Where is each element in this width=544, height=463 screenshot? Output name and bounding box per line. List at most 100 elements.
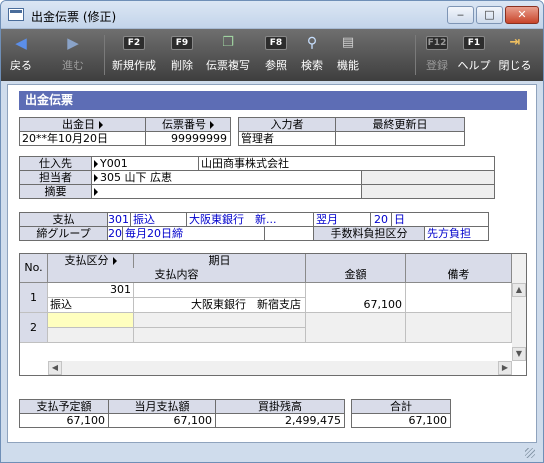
summary-field[interactable] <box>91 184 362 199</box>
f2-key-icon: F2 <box>123 36 145 50</box>
grid-blank-header-2 <box>406 254 512 269</box>
staff-label: 担当者 <box>19 170 92 185</box>
closing-group-label: 締グループ <box>19 226 108 241</box>
scheduled-payment-value: 67,100 <box>19 413 109 428</box>
slip-number-label: 伝票番号 <box>145 117 231 132</box>
payment-method: 振込 <box>130 212 187 227</box>
scroll-left-icon[interactable]: ◀ <box>48 361 62 375</box>
forward-button[interactable]: ▶ 進む <box>53 31 93 77</box>
forward-arrow-icon: ▶ <box>67 34 79 52</box>
entered-by-value: 管理者 <box>238 131 336 146</box>
total-value: 67,100 <box>351 413 451 428</box>
fee-burden-value[interactable]: 先方負担 <box>424 226 489 241</box>
grid-pay-type-header[interactable]: 支払区分 <box>48 254 134 269</box>
form-heading: 出金伝票 <box>19 91 527 110</box>
function-icon: ▤ <box>341 35 355 50</box>
close-window-button[interactable]: ✕ <box>505 6 539 24</box>
vertical-scrollbar[interactable]: ▲ ▼ <box>512 254 526 361</box>
payment-day: 20 <box>370 212 392 227</box>
status-bar <box>7 445 537 459</box>
fee-burden-label: 手数料負担区分 <box>313 226 425 241</box>
vendor-name-field: 山田商事株式会社 <box>198 156 495 171</box>
total-label: 合計 <box>351 399 451 414</box>
back-arrow-icon: ◀ <box>15 34 27 52</box>
staff-extra-cell <box>361 170 495 185</box>
window-title: 出金伝票 (修正) <box>31 10 117 24</box>
delete-button[interactable]: F9 削除 <box>165 31 199 77</box>
last-updated-value <box>335 131 465 146</box>
grid-row-amount-2[interactable] <box>306 313 406 343</box>
app-icon <box>8 8 24 21</box>
minimize-button[interactable]: ‒ <box>447 6 474 24</box>
grid-note-header: 備考 <box>406 268 512 283</box>
payable-balance-value: 2,499,475 <box>215 413 345 428</box>
f8-key-icon: F8 <box>265 36 287 50</box>
grid-row-code[interactable]: 301 <box>48 283 134 298</box>
f12-key-icon: F12 <box>426 36 448 50</box>
payment-month: 翌月 <box>313 212 371 227</box>
search-button[interactable]: ⚲ 検索 <box>295 31 329 77</box>
new-button[interactable]: F2 新規作成 <box>109 31 159 77</box>
summary-label: 摘要 <box>19 184 92 199</box>
reference-button[interactable]: F8 参照 <box>259 31 293 77</box>
vendor-label: 仕入先 <box>19 156 92 171</box>
scroll-right-icon[interactable]: ▶ <box>498 361 512 375</box>
grid-due-date-header: 期日 <box>134 254 306 269</box>
date-label: 出金日 <box>19 117 146 132</box>
back-button[interactable]: ◀ 戻る <box>3 31 39 77</box>
grid-row-detail-2 <box>134 328 306 343</box>
grid-row-amount[interactable]: 67,100 <box>306 283 406 313</box>
monthly-payment-value: 67,100 <box>108 413 216 428</box>
grid-row-detail: 大阪東銀行 新宿支店 <box>134 298 306 313</box>
title-bar: 出金伝票 (修正) ‒ □ ✕ <box>1 1 543 29</box>
payment-label: 支払 <box>19 212 108 227</box>
grid-row-type: 振込 <box>48 298 134 313</box>
closing-group-code[interactable]: 20 <box>107 226 123 241</box>
payment-code[interactable]: 301 <box>107 212 131 227</box>
grid-row-number: 1 <box>20 283 48 313</box>
app-window: 出金伝票 (修正) ‒ □ ✕ ◀ 戻る ▶ 進む F2 新規作成 F9 削除 … <box>0 0 544 463</box>
vendor-code-field[interactable]: Y001 <box>91 156 199 171</box>
copy-slip-button[interactable]: ❐ 伝票複写 <box>203 31 253 77</box>
exit-door-icon: ⇥ <box>509 35 521 50</box>
f1-key-icon: F1 <box>463 36 485 50</box>
staff-field[interactable]: 305 山下 広恵 <box>91 170 362 185</box>
payment-detail-grid: No. 支払区分 期日 支払内容 金額 備考 1 301 67,100 振込 大… <box>19 253 527 376</box>
grid-row-number-2: 2 <box>20 313 48 343</box>
grid-blank-header <box>306 254 406 269</box>
monthly-payment-label: 当月支払額 <box>108 399 216 414</box>
grid-row-note-2[interactable] <box>406 313 512 343</box>
scroll-down-icon[interactable]: ▼ <box>512 347 526 361</box>
resize-grip-icon[interactable] <box>525 448 535 458</box>
function-button[interactable]: ▤ 機能 <box>331 31 365 77</box>
copy-document-icon: ❐ <box>222 35 234 50</box>
grid-row-type-2 <box>48 328 134 343</box>
help-button[interactable]: F1 ヘルプ <box>457 31 491 77</box>
payment-bank: 大阪東銀行 新... <box>186 212 314 227</box>
grid-row-code-2[interactable] <box>48 313 134 328</box>
date-field[interactable]: 20**年10月20日 <box>19 131 146 146</box>
grid-pay-detail-header: 支払内容 <box>48 268 306 283</box>
scroll-up-icon[interactable]: ▲ <box>512 283 526 297</box>
last-updated-label: 最終更新日 <box>335 117 465 132</box>
entered-by-label: 入力者 <box>238 117 336 132</box>
slip-number-field[interactable]: 99999999 <box>145 131 231 146</box>
scheduled-payment-label: 支払予定額 <box>19 399 109 414</box>
f9-key-icon: F9 <box>171 36 193 50</box>
register-button[interactable]: F12 登録 <box>421 31 453 77</box>
grid-row-date[interactable] <box>134 283 306 298</box>
payment-day-unit: 日 <box>391 212 489 227</box>
grid-row-date-2[interactable] <box>134 313 306 328</box>
grid-no-header: No. <box>20 254 48 283</box>
close-button[interactable]: ⇥ 閉じる <box>495 31 535 77</box>
closing-group-value: 毎月20日締 <box>122 226 265 241</box>
maximize-button[interactable]: □ <box>476 6 503 24</box>
search-icon: ⚲ <box>306 35 318 51</box>
toolbar: ◀ 戻る ▶ 進む F2 新規作成 F9 削除 ❐ 伝票複写 F8 参照 ⚲ 検… <box>1 29 543 81</box>
grid-row-note[interactable] <box>406 283 512 313</box>
grid-amount-header: 金額 <box>306 268 406 283</box>
horizontal-scrollbar[interactable]: ◀ ▶ <box>48 361 512 375</box>
payable-balance-label: 買掛残高 <box>215 399 345 414</box>
form-area: 出金伝票 出金日 20**年10月20日 伝票番号 99999999 入力者 管… <box>7 84 537 443</box>
closing-group-extra <box>264 226 314 241</box>
